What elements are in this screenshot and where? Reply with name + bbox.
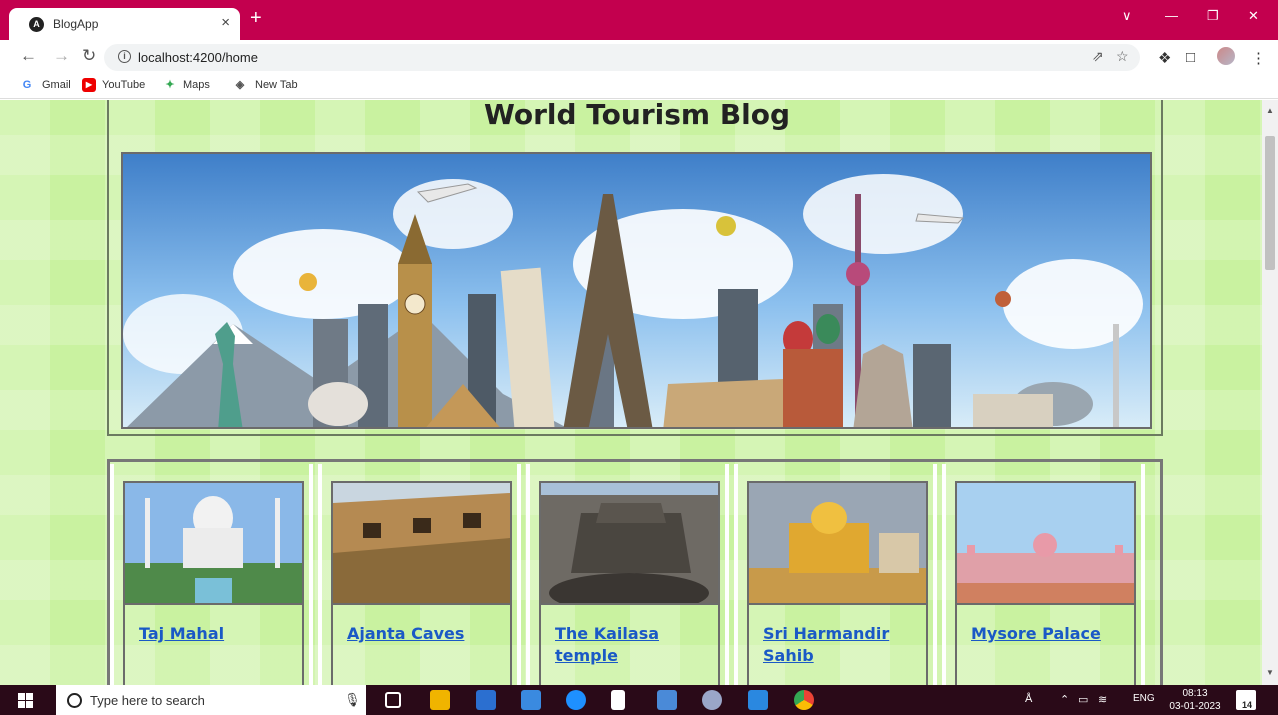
file-explorer-icon[interactable] bbox=[430, 690, 450, 710]
notepad-icon[interactable] bbox=[611, 690, 625, 710]
profile-avatar[interactable] bbox=[1217, 47, 1235, 65]
google-icon: G bbox=[22, 79, 32, 91]
bookmarks-bar: G Gmail ▶ YouTube ✦ Maps ◈ New Tab bbox=[0, 74, 1278, 99]
post-card: Ajanta Caves bbox=[318, 464, 521, 685]
youtube-icon: ▶ bbox=[82, 78, 96, 92]
reload-icon[interactable]: ↻ bbox=[82, 47, 96, 65]
globe-icon: ◈ bbox=[235, 79, 245, 91]
clock-time: 08:13 bbox=[1182, 688, 1208, 699]
post-card-body: Taj Mahal bbox=[123, 481, 304, 685]
side-panel-icon[interactable]: □ bbox=[1186, 49, 1195, 66]
clock-date: 03-01-2023 bbox=[1169, 701, 1221, 712]
windows-start-icon[interactable] bbox=[18, 693, 33, 708]
app-icon[interactable] bbox=[657, 690, 677, 710]
task-view-icon[interactable] bbox=[385, 692, 401, 708]
menu-kebab-icon[interactable]: ⋮ bbox=[1251, 49, 1266, 67]
windows-taskbar: Type here to search 🎙 Å ⌃ ▭ ≋ ENG 08:13 … bbox=[0, 685, 1278, 715]
post-image[interactable] bbox=[749, 483, 926, 605]
battery-icon[interactable]: ▭ bbox=[1078, 693, 1088, 706]
mail-icon[interactable] bbox=[521, 690, 541, 710]
scroll-thumb[interactable] bbox=[1265, 136, 1275, 270]
url-text[interactable]: localhost:4200/home bbox=[138, 50, 258, 65]
angular-icon: A bbox=[29, 17, 44, 32]
bookmark-star-icon[interactable]: ☆ bbox=[1116, 48, 1129, 65]
vscode-icon[interactable] bbox=[748, 690, 768, 710]
kailasa-temple-photo bbox=[541, 483, 718, 603]
tab-title: BlogApp bbox=[53, 17, 99, 31]
blog-header: World Tourism Blog bbox=[107, 100, 1163, 436]
close-window-button[interactable]: ✕ bbox=[1248, 8, 1259, 24]
post-image[interactable] bbox=[541, 483, 718, 605]
posts-grid: Taj Mahal Ajanta Caves The Kailasa templ… bbox=[107, 459, 1163, 685]
microphone-icon[interactable]: 🎙 bbox=[344, 692, 361, 708]
restore-button[interactable]: ❐ bbox=[1207, 8, 1219, 24]
post-link-harmandir-sahib[interactable]: Sri Harmandir Sahib bbox=[763, 623, 923, 667]
page-viewport: World Tourism Blog Taj Mahal Ajanta Cave… bbox=[0, 100, 1262, 685]
maps-icon: ✦ bbox=[165, 79, 175, 91]
back-arrow-icon[interactable]: ← bbox=[20, 47, 37, 65]
post-card: The Kailasa temple bbox=[526, 464, 729, 685]
ajanta-caves-photo bbox=[333, 483, 510, 603]
post-card-body: Sri Harmandir Sahib bbox=[747, 481, 928, 685]
taskbar-clock[interactable]: 08:13 03-01-2023 bbox=[1167, 687, 1223, 713]
store-icon[interactable] bbox=[476, 690, 496, 710]
browser-toolbar: ← → ↻ i localhost:4200/home ⇗ ☆ ❖ □ ⋮ bbox=[0, 40, 1278, 74]
wifi-icon[interactable]: ≋ bbox=[1098, 693, 1107, 706]
language-indicator[interactable]: ENG bbox=[1133, 693, 1155, 704]
post-card-body: Ajanta Caves bbox=[331, 481, 512, 685]
info-icon[interactable]: i bbox=[118, 50, 131, 63]
share-icon[interactable]: ⇗ bbox=[1092, 48, 1104, 65]
forward-arrow-icon[interactable]: → bbox=[53, 47, 70, 65]
post-link-taj-mahal[interactable]: Taj Mahal bbox=[139, 623, 299, 645]
chevron-down-icon[interactable]: ∨ bbox=[1122, 8, 1132, 24]
tab-close-button[interactable]: × bbox=[221, 14, 230, 31]
edge-icon[interactable] bbox=[566, 690, 586, 710]
post-image[interactable] bbox=[125, 483, 302, 605]
notification-count: 14 bbox=[1242, 700, 1253, 710]
post-image[interactable] bbox=[333, 483, 510, 605]
notifications-icon[interactable]: 14 bbox=[1236, 690, 1256, 710]
bookmark-gmail[interactable]: Gmail bbox=[42, 79, 71, 91]
chevron-up-icon[interactable]: ⌃ bbox=[1060, 693, 1069, 706]
page-title: World Tourism Blog bbox=[483, 100, 791, 131]
minimize-button[interactable]: — bbox=[1165, 8, 1178, 23]
scroll-up-arrow-icon[interactable]: ▲ bbox=[1266, 106, 1274, 115]
browser-tab-bar: A BlogApp × + ∨ — ❐ ✕ bbox=[0, 0, 1278, 40]
search-placeholder[interactable]: Type here to search bbox=[90, 693, 205, 708]
vpn-icon[interactable] bbox=[702, 690, 722, 710]
page-scrollbar[interactable]: ▲ ▼ bbox=[1262, 100, 1278, 685]
new-tab-button[interactable]: + bbox=[250, 8, 262, 28]
bookmark-youtube[interactable]: YouTube bbox=[102, 79, 145, 91]
scroll-down-arrow-icon[interactable]: ▼ bbox=[1266, 668, 1274, 677]
people-icon[interactable]: Å bbox=[1025, 693, 1032, 705]
post-link-kailasa-temple[interactable]: The Kailasa temple bbox=[555, 623, 715, 667]
post-image[interactable] bbox=[957, 483, 1134, 605]
post-card: Sri Harmandir Sahib bbox=[734, 464, 937, 685]
taskbar-search-box[interactable]: Type here to search 🎙 bbox=[56, 685, 366, 715]
chrome-icon[interactable] bbox=[794, 690, 814, 710]
extensions-puzzle-icon[interactable]: ❖ bbox=[1158, 49, 1171, 67]
post-link-ajanta-caves[interactable]: Ajanta Caves bbox=[347, 623, 507, 645]
taj-mahal-photo bbox=[125, 483, 302, 603]
bookmark-new-tab[interactable]: New Tab bbox=[255, 79, 298, 91]
post-card-body: The Kailasa temple bbox=[539, 481, 720, 685]
cortana-icon bbox=[67, 693, 82, 708]
post-link-mysore-palace[interactable]: Mysore Palace bbox=[971, 623, 1131, 645]
banner-illustration bbox=[123, 174, 1143, 427]
post-card-body: Mysore Palace bbox=[955, 481, 1136, 685]
address-bar[interactable]: i localhost:4200/home ⇗ ☆ bbox=[104, 44, 1140, 71]
banner-image bbox=[121, 152, 1152, 429]
bookmark-maps[interactable]: Maps bbox=[183, 79, 210, 91]
post-card: Taj Mahal bbox=[110, 464, 313, 685]
golden-temple-photo bbox=[749, 483, 926, 603]
tab-blogapp[interactable]: A BlogApp × bbox=[9, 8, 240, 40]
post-card: Mysore Palace bbox=[942, 464, 1145, 685]
mysore-palace-photo bbox=[957, 483, 1134, 603]
